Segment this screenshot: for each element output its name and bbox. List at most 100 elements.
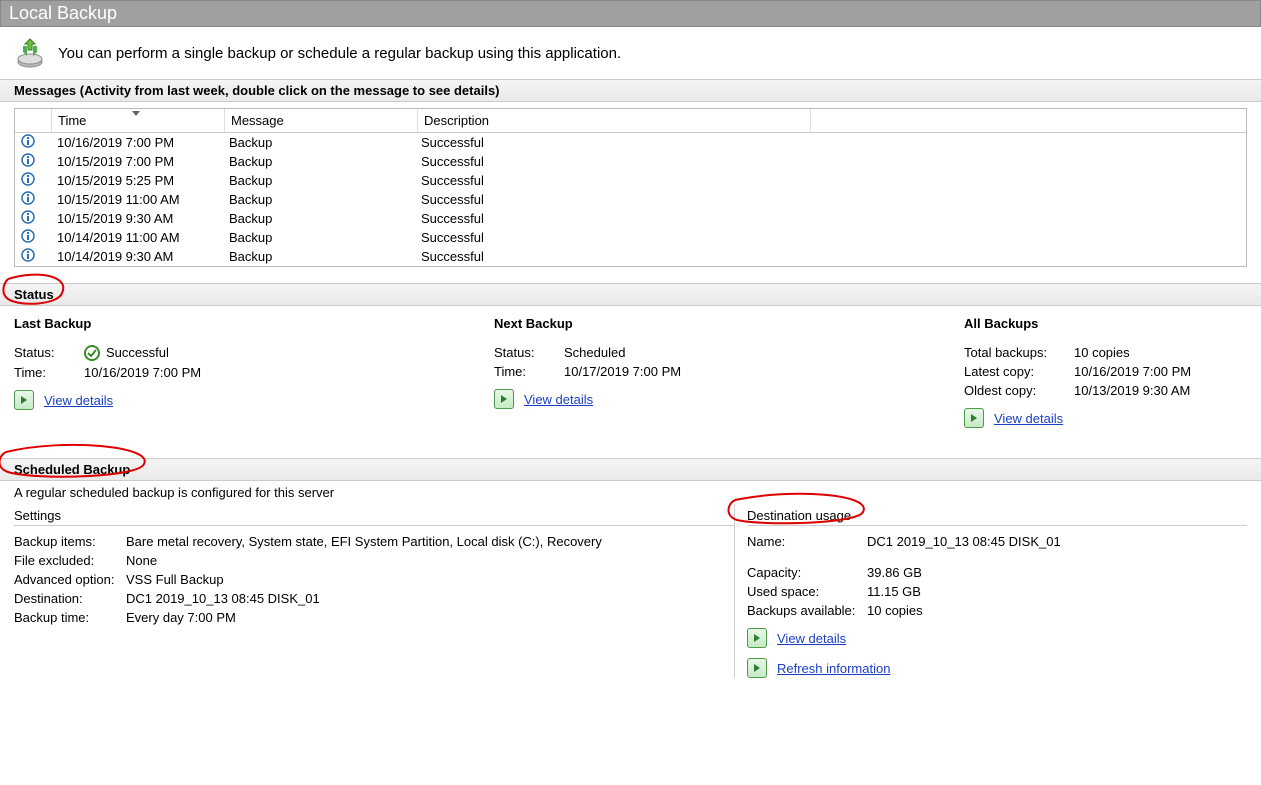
- arrow-right-icon[interactable]: [14, 390, 34, 410]
- window-title: Local Backup: [0, 0, 1261, 27]
- destination-usage-title: Destination usage: [747, 508, 1247, 526]
- intro-text: You can perform a single backup or sched…: [58, 45, 621, 62]
- dest-name-label: Name:: [747, 534, 867, 549]
- info-icon: [21, 134, 35, 148]
- last-view-details-link[interactable]: View details: [44, 393, 113, 408]
- info-icon: [21, 172, 35, 186]
- used-space-label: Used space:: [747, 584, 867, 599]
- row-description: Successful: [415, 153, 807, 170]
- row-time: 10/15/2019 7:00 PM: [51, 153, 223, 170]
- arrow-right-icon[interactable]: [964, 408, 984, 428]
- last-status-value: Successful: [106, 345, 169, 361]
- backups-available-label: Backups available:: [747, 603, 867, 618]
- backup-items-value: Bare metal recovery, System state, EFI S…: [126, 534, 602, 549]
- settings-title: Settings: [14, 508, 734, 526]
- row-message: Backup: [223, 248, 415, 265]
- last-time-value: 10/16/2019 7:00 PM: [84, 365, 201, 380]
- info-icon: [21, 229, 35, 243]
- status-columns: Last Backup Status: Successful Time:10/1…: [0, 306, 1261, 458]
- column-icon[interactable]: [15, 109, 52, 132]
- next-status-label: Status:: [494, 345, 564, 360]
- last-time-label: Time:: [14, 365, 84, 380]
- latest-value: 10/16/2019 7:00 PM: [1074, 364, 1191, 379]
- row-description: Successful: [415, 229, 807, 246]
- refresh-information-link[interactable]: Refresh information: [777, 661, 890, 676]
- row-message: Backup: [223, 229, 415, 246]
- info-icon: [21, 191, 35, 205]
- scheduled-columns: Settings Backup items:Bare metal recover…: [0, 504, 1261, 698]
- capacity-label: Capacity:: [747, 565, 867, 580]
- row-time: 10/16/2019 7:00 PM: [51, 134, 223, 151]
- backups-available-value: 10 copies: [867, 603, 923, 618]
- next-status-value: Scheduled: [564, 345, 625, 360]
- row-message: Backup: [223, 153, 415, 170]
- row-description: Successful: [415, 191, 807, 208]
- row-time: 10/14/2019 9:30 AM: [51, 248, 223, 265]
- last-backup-panel: Last Backup Status: Successful Time:10/1…: [14, 316, 494, 428]
- arrow-right-icon[interactable]: [747, 658, 767, 678]
- backup-time-value: Every day 7:00 PM: [126, 610, 236, 625]
- oldest-value: 10/13/2019 9:30 AM: [1074, 383, 1190, 398]
- row-description: Successful: [415, 248, 807, 265]
- backup-items-label: Backup items:: [14, 534, 126, 549]
- table-row[interactable]: 10/15/2019 5:25 PMBackupSuccessful: [15, 171, 1246, 190]
- arrow-right-icon[interactable]: [747, 628, 767, 648]
- column-description[interactable]: Description: [418, 109, 811, 132]
- next-backup-panel: Next Backup Status:Scheduled Time:10/17/…: [494, 316, 964, 428]
- settings-panel: Settings Backup items:Bare metal recover…: [14, 504, 735, 678]
- latest-label: Latest copy:: [964, 364, 1074, 379]
- row-time: 10/15/2019 9:30 AM: [51, 210, 223, 227]
- next-time-value: 10/17/2019 7:00 PM: [564, 364, 681, 379]
- row-message: Backup: [223, 172, 415, 189]
- table-row[interactable]: 10/14/2019 9:30 AMBackupSuccessful: [15, 247, 1246, 266]
- oldest-label: Oldest copy:: [964, 383, 1074, 398]
- table-row[interactable]: 10/16/2019 7:00 PMBackupSuccessful: [15, 133, 1246, 152]
- column-message[interactable]: Message: [225, 109, 418, 132]
- destination-usage-panel: Destination usage Name:DC1 2019_10_13 08…: [735, 504, 1247, 678]
- last-status-label: Status:: [14, 345, 84, 361]
- info-icon: [21, 153, 35, 167]
- row-description: Successful: [415, 210, 807, 227]
- arrow-right-icon[interactable]: [494, 389, 514, 409]
- next-backup-title: Next Backup: [494, 316, 964, 331]
- capacity-value: 39.86 GB: [867, 565, 922, 580]
- grid-header[interactable]: Time Message Description: [15, 109, 1246, 133]
- last-backup-title: Last Backup: [14, 316, 494, 331]
- intro-row: You can perform a single backup or sched…: [0, 27, 1261, 79]
- file-excluded-label: File excluded:: [14, 553, 126, 568]
- row-description: Successful: [415, 134, 807, 151]
- used-space-value: 11.15 GB: [867, 584, 921, 599]
- row-message: Backup: [223, 210, 415, 227]
- row-description: Successful: [415, 172, 807, 189]
- all-backups-panel: All Backups Total backups:10 copies Late…: [964, 316, 1247, 428]
- table-row[interactable]: 10/15/2019 11:00 AMBackupSuccessful: [15, 190, 1246, 209]
- total-label: Total backups:: [964, 345, 1074, 360]
- all-backups-title: All Backups: [964, 316, 1247, 331]
- info-icon: [21, 248, 35, 262]
- next-view-details-link[interactable]: View details: [524, 392, 593, 407]
- table-row[interactable]: 10/14/2019 11:00 AMBackupSuccessful: [15, 228, 1246, 247]
- advanced-option-label: Advanced option:: [14, 572, 126, 587]
- all-view-details-link[interactable]: View details: [994, 411, 1063, 426]
- table-row[interactable]: 10/15/2019 9:30 AMBackupSuccessful: [15, 209, 1246, 228]
- messages-grid: Time Message Description 10/16/2019 7:00…: [14, 108, 1247, 267]
- column-time[interactable]: Time: [52, 109, 225, 132]
- messages-section-header: Messages (Activity from last week, doubl…: [0, 79, 1261, 102]
- scheduled-backup-header: Scheduled Backup: [0, 458, 1261, 481]
- destination-label: Destination:: [14, 591, 126, 606]
- next-time-label: Time:: [494, 364, 564, 379]
- backup-app-icon: [14, 37, 46, 69]
- table-row[interactable]: 10/15/2019 7:00 PMBackupSuccessful: [15, 152, 1246, 171]
- file-excluded-value: None: [126, 553, 157, 568]
- status-section-header: Status: [0, 283, 1261, 306]
- row-message: Backup: [223, 191, 415, 208]
- messages-panel: Time Message Description 10/16/2019 7:00…: [0, 108, 1261, 275]
- backup-time-label: Backup time:: [14, 610, 126, 625]
- destination-value: DC1 2019_10_13 08:45 DISK_01: [126, 591, 320, 606]
- dest-view-details-link[interactable]: View details: [777, 631, 846, 646]
- scheduled-description: A regular scheduled backup is configured…: [0, 481, 1261, 504]
- row-time: 10/15/2019 11:00 AM: [51, 191, 223, 208]
- row-time: 10/15/2019 5:25 PM: [51, 172, 223, 189]
- dest-name-value: DC1 2019_10_13 08:45 DISK_01: [867, 534, 1061, 549]
- info-icon: [21, 210, 35, 224]
